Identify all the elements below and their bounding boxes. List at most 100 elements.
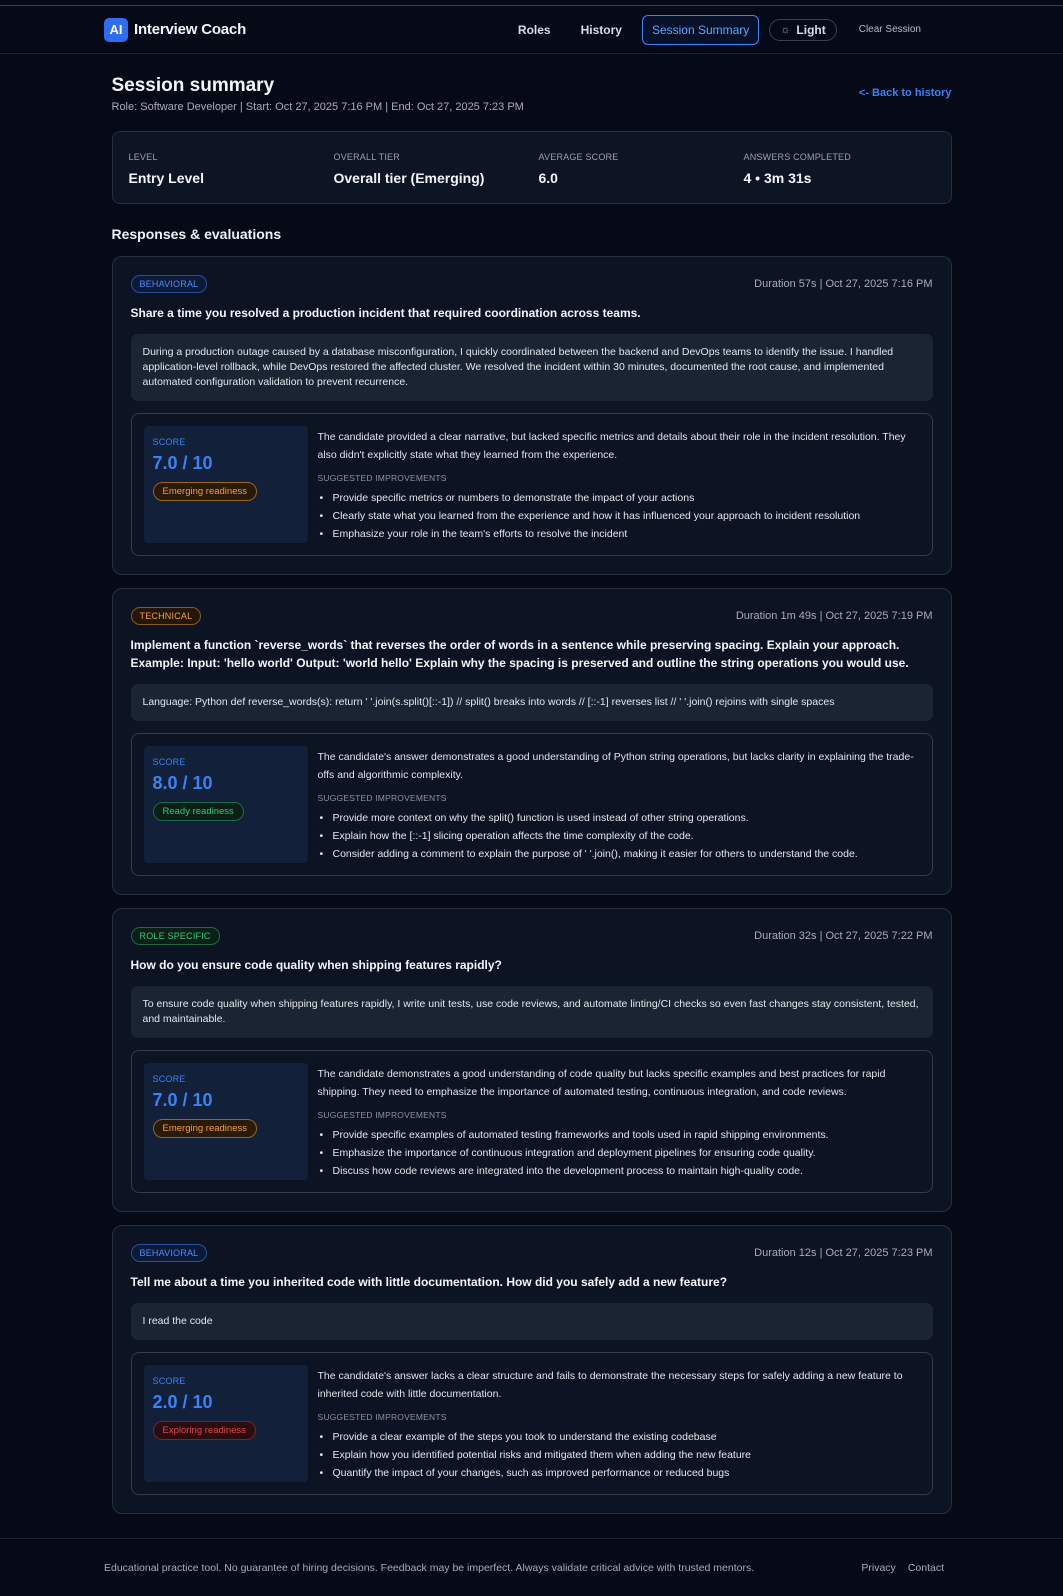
session-meta: Role: Software Developer | Start: Oct 27… [111, 101, 524, 113]
footer-links: Privacy Contact [861, 1562, 944, 1574]
evaluation-panel: SCORE 2.0 / 10 Exploring readiness The c… [130, 1352, 933, 1495]
improvements-list: Provide specific examples of automated t… [318, 1126, 920, 1180]
score-box: SCORE 7.0 / 10 Emerging readiness [143, 1063, 308, 1180]
feedback-text: The candidate provided a clear narrative… [317, 431, 906, 461]
responses-section-title: Responses & evaluations [111, 226, 282, 242]
card-header: ROLE SPECIFIC Duration 32s | Oct 27, 202… [130, 927, 933, 945]
improvement-item: Emphasize your role in the team's effort… [318, 525, 920, 543]
improvement-item: Provide more context on why the split() … [318, 809, 920, 827]
question-type-badge: ROLE SPECIFIC [130, 927, 220, 945]
evaluation-body: The candidate's answer lacks a clear str… [318, 1365, 920, 1482]
feedback-text: The candidate demonstrates a good unders… [317, 1068, 886, 1098]
theme-toggle-label: Light [796, 22, 826, 37]
stat-label: AVERAGE SCORE [538, 152, 619, 162]
footer: Educational practice tool. No guarantee … [0, 1538, 1063, 1596]
response-card: BEHAVIORAL Duration 57s | Oct 27, 2025 7… [111, 256, 952, 575]
score-value: 7.0 / 10 [152, 1090, 213, 1110]
improvements-label: SUGGESTED IMPROVEMENTS [317, 473, 447, 483]
theme-toggle-button[interactable]: ☼ Light [769, 18, 837, 41]
stats-panel: LEVEL Entry Level OVERALL TIER Overall t… [111, 131, 952, 204]
answer-text: During a production outage caused by a d… [130, 334, 933, 401]
score-box: SCORE 7.0 / 10 Emerging readiness [143, 426, 308, 543]
stat-value: 6.0 [538, 170, 558, 186]
readiness-badge: Ready readiness [152, 802, 244, 821]
improvements-list: Provide a clear example of the steps you… [318, 1428, 920, 1482]
duration-timestamp: Duration 12s | Oct 27, 2025 7:23 PM [754, 1247, 933, 1259]
improvements-label: SUGGESTED IMPROVEMENTS [317, 1110, 447, 1120]
score-label: SCORE [152, 437, 186, 447]
page-title: Session summary [111, 75, 275, 96]
question-text: Implement a function `reverse_words` tha… [130, 638, 909, 670]
improvement-item: Provide specific examples of automated t… [318, 1126, 920, 1144]
score-label: SCORE [152, 757, 186, 767]
answer-text: Language: Python def reverse_words(s): r… [130, 684, 933, 721]
score-label: SCORE [152, 1376, 186, 1386]
clear-session-button[interactable]: Clear Session [853, 20, 927, 39]
stat-answers-completed: ANSWERS COMPLETED 4 • 3m 31s [744, 152, 949, 203]
nav-roles-link[interactable]: Roles [508, 17, 561, 43]
answer-text: I read the code [130, 1303, 933, 1340]
stat-label: OVERALL TIER [333, 152, 400, 162]
app-name: Interview Coach [134, 21, 247, 38]
nav-session-summary-link[interactable]: Session Summary [641, 14, 760, 45]
stat-overall-tier: OVERALL TIER Overall tier (Emerging) [334, 152, 539, 203]
nav-history-link[interactable]: History [571, 17, 632, 43]
card-header: BEHAVIORAL Duration 12s | Oct 27, 2025 7… [130, 1244, 933, 1262]
improvements-label: SUGGESTED IMPROVEMENTS [317, 1412, 447, 1422]
improvement-item: Provide a clear example of the steps you… [318, 1428, 920, 1446]
back-to-history-link[interactable]: <- Back to history [859, 87, 952, 99]
card-header: BEHAVIORAL Duration 57s | Oct 27, 2025 7… [130, 275, 933, 293]
improvement-item: Clearly state what you learned from the … [318, 507, 920, 525]
score-value: 2.0 / 10 [152, 1392, 213, 1412]
score-value: 8.0 / 10 [152, 773, 213, 793]
feedback-text: The candidate's answer lacks a clear str… [317, 1370, 903, 1400]
contact-link[interactable]: Contact [908, 1562, 944, 1574]
score-value: 7.0 / 10 [152, 453, 213, 473]
brand[interactable]: AI Interview Coach [104, 17, 247, 42]
response-card: TECHNICAL Duration 1m 49s | Oct 27, 2025… [111, 588, 952, 895]
improvement-item: Explain how you identified potential ris… [318, 1446, 920, 1464]
improvement-item: Provide specific metrics or numbers to d… [318, 489, 920, 507]
main-nav: Roles History Session Summary ☼ Light Cl… [508, 14, 927, 45]
stat-level: LEVEL Entry Level [129, 152, 334, 203]
score-box: SCORE 2.0 / 10 Exploring readiness [143, 1365, 308, 1482]
duration-timestamp: Duration 57s | Oct 27, 2025 7:16 PM [754, 278, 933, 290]
answer-text: To ensure code quality when shipping fea… [130, 986, 933, 1038]
main-content: Session summary Role: Software Developer… [111, 54, 952, 1514]
duration-timestamp: Duration 32s | Oct 27, 2025 7:22 PM [754, 930, 933, 942]
improvements-list: Provide specific metrics or numbers to d… [318, 489, 920, 543]
response-card: ROLE SPECIFIC Duration 32s | Oct 27, 202… [111, 908, 952, 1212]
sun-icon: ☼ [780, 23, 791, 36]
stat-value: Overall tier (Emerging) [333, 170, 485, 186]
improvement-item: Quantify the impact of your changes, suc… [318, 1464, 920, 1482]
footer-disclaimer: Educational practice tool. No guarantee … [104, 1561, 755, 1574]
improvement-item: Explain how the [::-1] slicing operation… [318, 827, 920, 845]
responses-list: BEHAVIORAL Duration 57s | Oct 27, 2025 7… [111, 256, 952, 1514]
response-card: BEHAVIORAL Duration 12s | Oct 27, 2025 7… [111, 1225, 952, 1514]
question-text: How do you ensure code quality when ship… [130, 958, 502, 972]
improvement-item: Discuss how code reviews are integrated … [318, 1162, 920, 1180]
privacy-link[interactable]: Privacy [861, 1562, 895, 1574]
question-text: Tell me about a time you inherited code … [130, 1275, 728, 1289]
duration-timestamp: Duration 1m 49s | Oct 27, 2025 7:19 PM [735, 610, 933, 622]
readiness-badge: Emerging readiness [152, 482, 257, 501]
question-type-badge: BEHAVIORAL [130, 275, 208, 293]
stat-label: ANSWERS COMPLETED [743, 152, 851, 162]
evaluation-body: The candidate provided a clear narrative… [318, 426, 920, 543]
feedback-text: The candidate's answer demonstrates a go… [317, 751, 914, 781]
top-navbar: AI Interview Coach Roles History Session… [0, 6, 1063, 54]
readiness-badge: Exploring readiness [152, 1421, 256, 1440]
improvements-label: SUGGESTED IMPROVEMENTS [317, 793, 447, 803]
evaluation-panel: SCORE 8.0 / 10 Ready readiness The candi… [130, 733, 933, 876]
stat-value: Entry Level [128, 170, 204, 186]
ai-logo-icon: AI [104, 17, 128, 42]
summary-header: Session summary Role: Software Developer… [112, 75, 952, 113]
question-text: Share a time you resolved a production i… [130, 306, 641, 320]
improvement-item: Consider adding a comment to explain the… [318, 845, 920, 863]
evaluation-panel: SCORE 7.0 / 10 Emerging readiness The ca… [130, 413, 933, 556]
question-type-badge: TECHNICAL [130, 607, 202, 625]
improvement-item: Emphasize the importance of continuous i… [318, 1144, 920, 1162]
score-label: SCORE [152, 1074, 186, 1084]
readiness-badge: Emerging readiness [152, 1119, 257, 1138]
evaluation-body: The candidate demonstrates a good unders… [318, 1063, 920, 1180]
